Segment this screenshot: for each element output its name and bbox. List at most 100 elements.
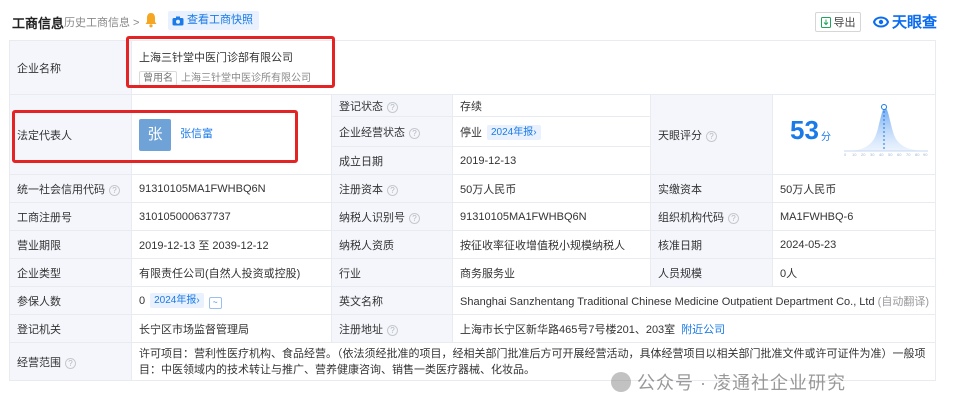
industry-value: 商务服务业 bbox=[452, 258, 651, 287]
legal-rep-name[interactable]: 张信富 bbox=[180, 128, 213, 140]
help-icon[interactable]: ? bbox=[706, 130, 717, 142]
chart-icon[interactable]: ~ bbox=[208, 296, 222, 309]
authority-value: 长宁区市场监督管理局 bbox=[131, 314, 332, 343]
taxpayer-id-label: 纳税人识别号 bbox=[339, 211, 405, 224]
row-label-cell: 注册地址? bbox=[331, 314, 453, 343]
help-icon[interactable]: ? bbox=[387, 101, 398, 113]
business-info-table: 企业名称 上海三针堂中医门诊部有限公司 曾用名 上海三针堂中医诊所有限公司 法定代… bbox=[9, 40, 937, 381]
company-name-value[interactable]: 上海三针堂中医门诊部有限公司 bbox=[139, 49, 928, 65]
reg-capital-value: 50万人民币 bbox=[452, 174, 651, 203]
english-name-value[interactable]: Shanghai Sanzhentang Traditional Chinese… bbox=[460, 296, 875, 308]
table-row: 企业名称 上海三针堂中医门诊部有限公司 曾用名 上海三针堂中医诊所有限公司 bbox=[9, 40, 937, 95]
section-title: 工商信息 bbox=[12, 16, 65, 31]
company-name-label: 企业名称 bbox=[9, 40, 132, 95]
credit-code-value[interactable]: 91310105MA1FWHBQ6N bbox=[131, 174, 332, 203]
snapshot-button[interactable]: 查看工商快照 bbox=[168, 11, 259, 30]
help-icon[interactable]: ? bbox=[409, 127, 420, 139]
annual-report-badge[interactable]: 2024年报› bbox=[150, 292, 204, 308]
score-label: 天眼评分 bbox=[658, 129, 702, 142]
taxpayer-qual-label: 纳税人资质 bbox=[331, 230, 453, 259]
legal-rep-cell: 张 张信富 bbox=[131, 94, 332, 175]
credit-code-label: 统一社会信用代码 bbox=[17, 183, 105, 196]
help-icon[interactable]: ? bbox=[387, 324, 398, 336]
paid-capital-label: 实缴资本 bbox=[650, 174, 773, 203]
company-type-value: 有限责任公司(自然人投资或控股) bbox=[131, 258, 332, 287]
founded-label: 成立日期 bbox=[331, 146, 453, 175]
paid-capital-value: 50万人民币 bbox=[771, 174, 937, 203]
biz-status-label: 企业经营状态 bbox=[339, 126, 405, 139]
english-name-cell: Shanghai Sanzhentang Traditional Chinese… bbox=[451, 286, 937, 315]
snapshot-label: 查看工商快照 bbox=[187, 14, 253, 26]
export-button[interactable]: 导出 bbox=[815, 12, 861, 32]
table-row: 工商注册号 310105000637737 纳税人识别号? 91310105MA… bbox=[9, 202, 937, 231]
export-icon bbox=[820, 16, 831, 28]
table-row: 参保人数 0 2024年报› ~ 英文名称 Shanghai Sanzhentang… bbox=[9, 286, 937, 315]
biz-status-label-cell: 企业经营状态? bbox=[331, 116, 453, 147]
avatar[interactable]: 张 bbox=[139, 118, 171, 151]
reg-capital-label: 注册资本 bbox=[339, 183, 383, 196]
svg-text:10: 10 bbox=[852, 152, 857, 157]
address-cell: 上海市长宁区新华路465号7号楼201、203室 附近公司 bbox=[451, 314, 937, 343]
svg-text:40: 40 bbox=[879, 152, 884, 157]
score-label-cell: 天眼评分? bbox=[650, 94, 773, 175]
scope-label: 经营范围 bbox=[17, 356, 61, 369]
brand-name: 天眼查 bbox=[892, 14, 938, 31]
founded-value: 2019-12-13 bbox=[452, 146, 651, 175]
help-icon[interactable]: ? bbox=[387, 184, 398, 196]
row-label-cell: 纳税人识别号? bbox=[331, 202, 453, 231]
address-value[interactable]: 上海市长宁区新华路465号7号楼201、203室 bbox=[460, 324, 675, 336]
biz-status-cell: 停业 2024年报› bbox=[452, 116, 651, 147]
business-term-value: 2019-12-13 至 2039-12-12 bbox=[131, 230, 332, 259]
scope-value: 许可项目：营利性医疗机构、食品经营。（依法须经批准的项目，经相关部门批准后方可开… bbox=[139, 347, 926, 376]
table-row: 统一社会信用代码? 91310105MA1FWHBQ6N 注册资本? 50万人民… bbox=[9, 174, 937, 203]
svg-text:30: 30 bbox=[870, 152, 875, 157]
table-row: 登记机关 长宁区市场监督管理局 注册地址? 上海市长宁区新华路465号7号楼20… bbox=[9, 314, 937, 343]
svg-text:70: 70 bbox=[906, 152, 911, 157]
score-distribution-chart: 0 10 20 30 40 50 60 70 80 90 bbox=[844, 104, 928, 157]
scope-cell: 许可项目：营利性医疗机构、食品经营。（依法须经批准的项目，经相关部门批准后方可开… bbox=[130, 342, 937, 381]
former-name-value: 上海三针堂中医诊所有限公司 bbox=[181, 73, 311, 84]
org-code-label: 组织机构代码 bbox=[658, 211, 724, 224]
table-row: 法定代表人 张 张信富 登记状态? 存续 天眼评分? bbox=[9, 94, 937, 175]
taxpayer-id-value[interactable]: 91310105MA1FWHBQ6N bbox=[452, 202, 651, 231]
reg-status-label-cell: 登记状态? bbox=[331, 94, 453, 117]
row-label-cell: 组织机构代码? bbox=[650, 202, 773, 231]
help-icon[interactable]: ? bbox=[409, 212, 420, 224]
help-icon[interactable]: ? bbox=[109, 184, 120, 196]
score-unit: 分 bbox=[821, 132, 831, 143]
reg-number-label: 工商注册号 bbox=[9, 202, 132, 231]
annual-report-badge[interactable]: 2024年报› bbox=[487, 124, 541, 140]
brand-logo: 天眼查 bbox=[873, 11, 937, 32]
staff-size-label: 人员规模 bbox=[650, 258, 773, 287]
reg-number-value[interactable]: 310105000637737 bbox=[131, 202, 332, 231]
svg-text:50: 50 bbox=[888, 152, 893, 157]
company-name-cell: 上海三针堂中医门诊部有限公司 曾用名 上海三针堂中医诊所有限公司 bbox=[130, 40, 937, 95]
table-row: 企业类型 有限责任公司(自然人投资或控股) 行业 商务服务业 人员规模 0人 bbox=[9, 258, 937, 287]
row-label-cell: 注册资本? bbox=[331, 174, 453, 203]
table-row: 营业期限 2019-12-13 至 2039-12-12 纳税人资质 按征收率征… bbox=[9, 230, 937, 259]
svg-text:60: 60 bbox=[897, 152, 902, 157]
history-link[interactable]: 历史工商信息 > bbox=[64, 14, 139, 30]
svg-text:20: 20 bbox=[861, 152, 866, 157]
taxpayer-qual-value: 按征收率征收增值税小规模纳税人 bbox=[452, 230, 651, 259]
reg-status-value: 存续 bbox=[452, 94, 651, 117]
insured-value: 0 bbox=[139, 294, 146, 307]
insured-label: 参保人数 bbox=[9, 286, 132, 315]
export-label: 导出 bbox=[833, 17, 856, 29]
auto-translate-note: (自动翻译) bbox=[877, 295, 929, 308]
biz-status-value: 停业 bbox=[460, 126, 482, 139]
help-icon[interactable]: ? bbox=[728, 212, 739, 224]
svg-text:0: 0 bbox=[844, 152, 847, 157]
staff-size-value: 0人 bbox=[771, 258, 937, 287]
nearby-companies-link[interactable]: 附近公司 bbox=[681, 324, 725, 336]
org-code-value[interactable]: MA1FWHBQ-6 bbox=[771, 202, 937, 231]
row-label-cell: 经营范围? bbox=[9, 342, 132, 381]
former-name-tag: 曾用名 bbox=[139, 71, 177, 86]
industry-label: 行业 bbox=[331, 258, 453, 287]
bell-icon[interactable] bbox=[144, 12, 158, 28]
approval-date-label: 核准日期 bbox=[650, 230, 773, 259]
svg-text:80: 80 bbox=[915, 152, 920, 157]
authority-label: 登记机关 bbox=[9, 314, 132, 343]
row-label-cell: 统一社会信用代码? bbox=[9, 174, 132, 203]
help-icon[interactable]: ? bbox=[65, 357, 76, 369]
